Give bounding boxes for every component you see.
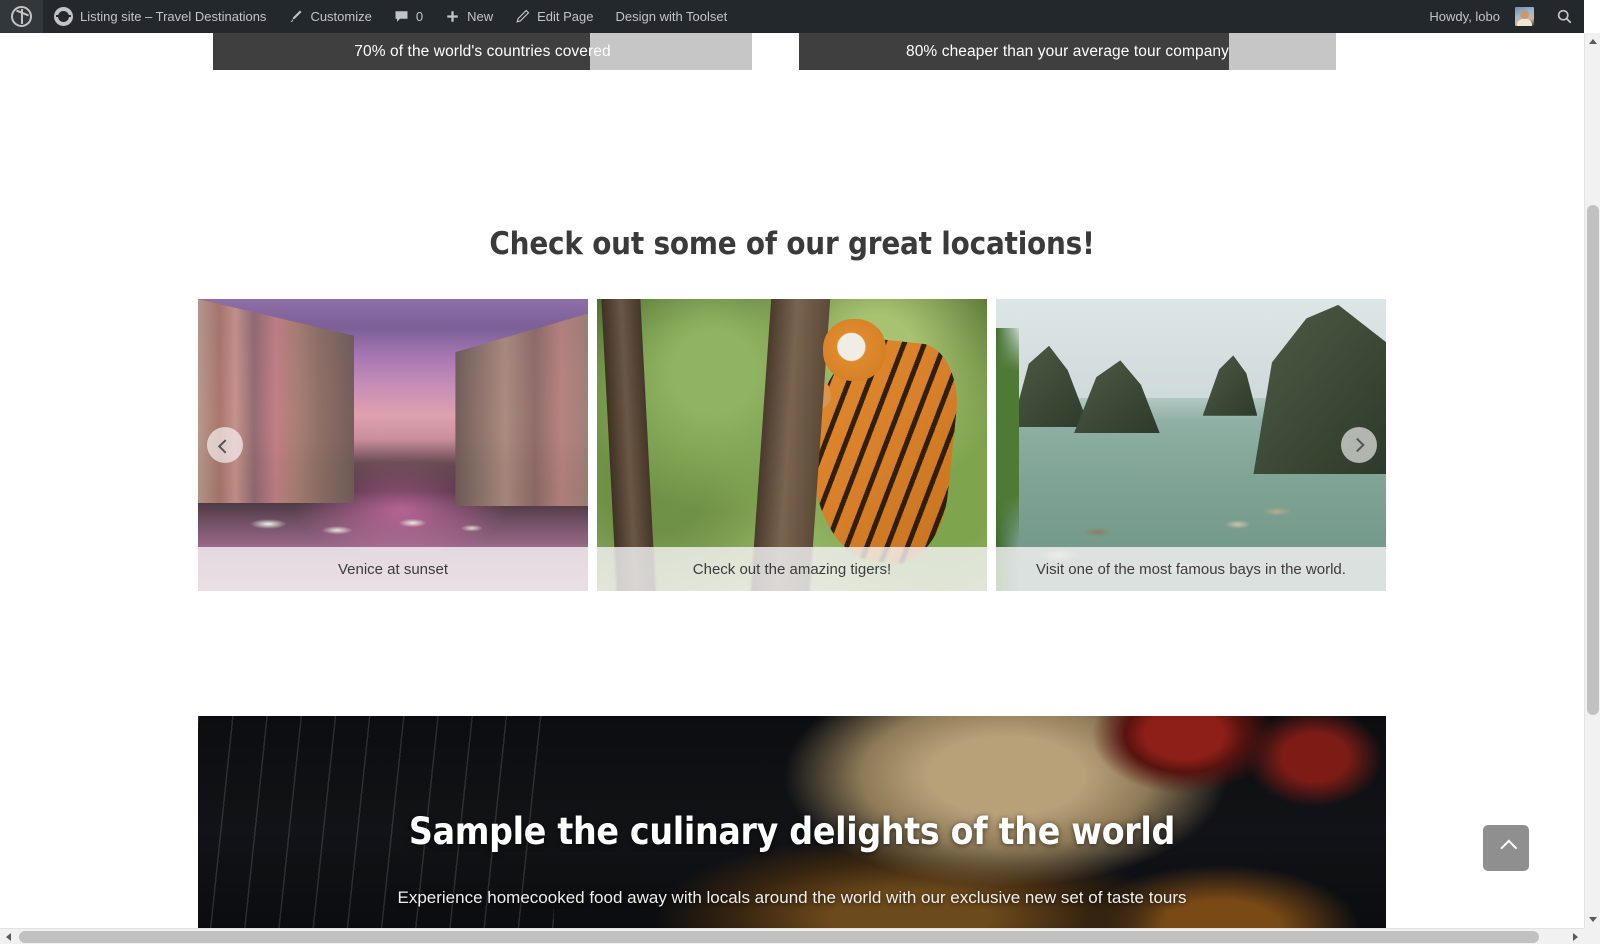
adminbar-comments-count: 0 [416,9,423,24]
paintbrush-icon [288,9,303,24]
vertical-scrollbar[interactable] [1584,33,1600,928]
vertical-scrollbar-thumb[interactable] [1587,205,1599,715]
adminbar-customize-label: Customize [310,9,371,24]
triangle-right-icon [1573,933,1578,941]
adminbar-howdy-label: Howdy, lobo [1429,9,1500,24]
page-viewport: 70% of the world's countries covered 80%… [0,33,1584,928]
adminbar-edit-page-label: Edit Page [537,9,593,24]
avatar [1515,7,1534,26]
adminbar-edit-page[interactable]: Edit Page [504,0,604,33]
chevron-left-icon [218,439,232,453]
site-dashboard-icon [54,7,73,26]
adminbar-design-with-toolset[interactable]: Design with Toolset [604,0,738,33]
chevron-right-icon [1351,438,1365,452]
location-card[interactable]: Check out the amazing tigers! [597,299,987,591]
scrollbar-corner [1584,928,1600,944]
wordpress-logo-icon [11,6,32,27]
adminbar-site-name-label: Listing site – Travel Destinations [80,9,266,24]
chevron-up-icon [1500,840,1517,857]
comment-bubble-icon [394,9,409,24]
stat-bar-cheaper-tours: 80% cheaper than your average tour compa… [799,33,1336,70]
back-to-top-button[interactable] [1483,825,1529,871]
locations-section-title: Check out some of our great locations! [0,226,1584,262]
adminbar-right-group: Howdy, lobo [1418,0,1584,33]
stat-bar-label: 70% of the world's countries covered [213,43,752,61]
scroll-right-button[interactable] [1567,929,1584,945]
adminbar-toolset-label: Design with Toolset [615,9,727,24]
plus-icon [445,9,460,24]
triangle-left-icon [6,933,11,941]
location-card-caption: Check out the amazing tigers! [597,547,987,591]
wp-admin-bar: Listing site – Travel Destinations Custo… [0,0,1584,33]
culinary-banner-title: Sample the culinary delights of the worl… [198,810,1386,853]
location-card-caption: Visit one of the most famous bays in the… [996,547,1386,591]
location-card-caption: Venice at sunset [198,547,588,591]
triangle-up-icon [1589,39,1597,44]
adminbar-new-label: New [467,9,493,24]
carousel-prev-button[interactable] [207,427,243,463]
stats-strip-row: 70% of the world's countries covered 80%… [0,33,1584,81]
location-card[interactable]: Venice at sunset [198,299,588,591]
pencil-icon [515,9,530,24]
culinary-banner[interactable]: Sample the culinary delights of the worl… [198,716,1386,928]
adminbar-wp-logo-menu[interactable] [0,0,43,33]
adminbar-new[interactable]: New [434,0,504,33]
scroll-down-button[interactable] [1585,911,1600,928]
adminbar-customize[interactable]: Customize [277,0,382,33]
scroll-left-button[interactable] [0,929,17,945]
location-card[interactable]: Visit one of the most famous bays in the… [996,299,1386,591]
stat-bar-countries-covered: 70% of the world's countries covered [213,33,752,70]
locations-card-list: Venice at sunset Check out the amazing t… [198,299,1386,591]
triangle-down-icon [1589,917,1597,922]
horizontal-scrollbar[interactable] [0,928,1584,944]
adminbar-search-button[interactable] [1545,0,1584,33]
carousel-next-button[interactable] [1341,427,1377,463]
adminbar-my-account[interactable]: Howdy, lobo [1418,0,1545,33]
horizontal-scrollbar-thumb[interactable] [19,931,1539,943]
culinary-banner-subtitle: Experience homecooked food away with loc… [198,888,1386,908]
search-icon [1556,8,1573,25]
locations-carousel: Venice at sunset Check out the amazing t… [198,299,1386,591]
scroll-up-button[interactable] [1585,33,1600,50]
adminbar-comments[interactable]: 0 [383,0,434,33]
stat-bar-label: 80% cheaper than your average tour compa… [799,43,1336,61]
adminbar-site-name[interactable]: Listing site – Travel Destinations [43,0,277,33]
